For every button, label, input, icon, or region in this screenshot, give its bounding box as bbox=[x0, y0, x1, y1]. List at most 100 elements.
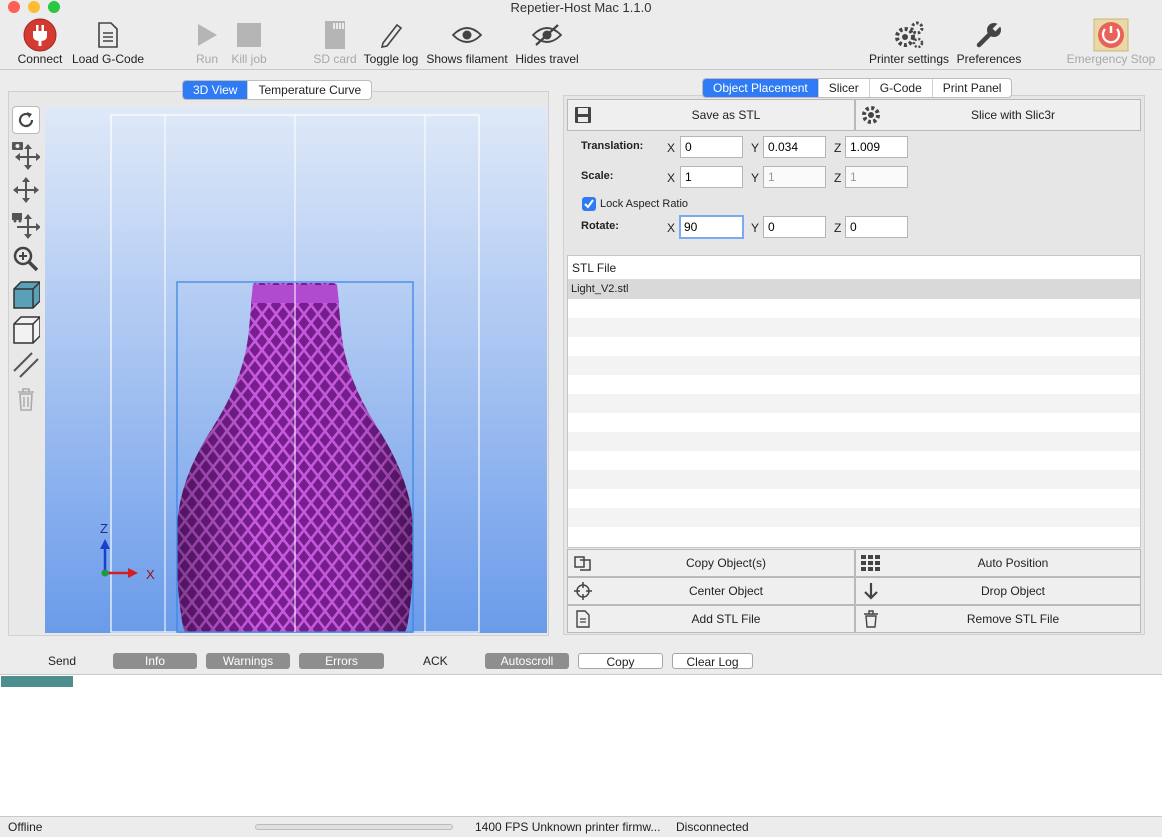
clear-log-button[interactable]: Clear Log bbox=[672, 653, 753, 669]
log-area[interactable] bbox=[0, 674, 1162, 817]
eye-icon bbox=[452, 27, 482, 43]
run-label: Run bbox=[195, 52, 218, 66]
empty-list-row bbox=[568, 470, 1140, 489]
preferences-label: Preferences bbox=[956, 52, 1022, 66]
center-object-button[interactable]: Center Object bbox=[567, 577, 855, 605]
connect-label: Connect bbox=[17, 52, 63, 66]
rotate-y-label: Y bbox=[751, 221, 760, 235]
save-stl-button[interactable]: Save as STL bbox=[567, 99, 855, 131]
shows-filament-button[interactable]: Shows filament bbox=[426, 18, 508, 66]
solid-view-button[interactable] bbox=[12, 281, 40, 309]
tab-print-panel[interactable]: Print Panel bbox=[933, 79, 1012, 97]
run-button[interactable]: Run bbox=[192, 18, 222, 66]
rotate-camera-tool[interactable] bbox=[12, 142, 40, 170]
sd-card-button[interactable]: SD card bbox=[312, 18, 358, 66]
zoom-window-button[interactable] bbox=[48, 1, 60, 13]
empty-list-row bbox=[568, 489, 1140, 508]
move-view-tool[interactable] bbox=[12, 176, 40, 204]
slice-button[interactable]: Slice with Slic3r bbox=[855, 99, 1141, 131]
add-stl-label: Add STL File bbox=[691, 612, 761, 626]
hides-travel-label: Hides travel bbox=[515, 52, 579, 66]
scale-x-input[interactable] bbox=[680, 166, 743, 188]
drop-object-button[interactable]: Drop Object bbox=[855, 577, 1141, 605]
axis-z-label: Z bbox=[100, 521, 108, 536]
toggle-log-label: Toggle log bbox=[363, 52, 419, 66]
empty-list-row bbox=[568, 394, 1140, 413]
close-window-button[interactable] bbox=[8, 1, 20, 13]
wireframe-view-button[interactable] bbox=[12, 316, 40, 344]
translation-x-input[interactable] bbox=[680, 136, 743, 158]
stl-file-column-header: STL File bbox=[568, 256, 1140, 280]
log-copy-button[interactable]: Copy bbox=[578, 653, 663, 669]
tab-3d-view[interactable]: 3D View bbox=[183, 81, 249, 99]
gears-icon bbox=[895, 21, 924, 49]
log-autoscroll-toggle[interactable]: Autoscroll bbox=[485, 653, 569, 669]
trash-icon bbox=[864, 610, 878, 628]
auto-position-button[interactable]: Auto Position bbox=[855, 549, 1141, 577]
wrench-icon bbox=[976, 22, 1002, 48]
scale-z-label: Z bbox=[834, 171, 842, 185]
translation-y-label: Y bbox=[751, 141, 760, 155]
progress-bar bbox=[255, 824, 453, 830]
slice-label: Slice with Slic3r bbox=[970, 108, 1056, 122]
save-stl-label: Save as STL bbox=[691, 108, 761, 122]
move-object-icon bbox=[12, 213, 40, 239]
log-info-toggle[interactable]: Info bbox=[113, 653, 197, 669]
empty-list-row bbox=[568, 356, 1140, 375]
zoom-tool[interactable] bbox=[12, 245, 40, 273]
log-selection-marker bbox=[1, 676, 73, 687]
rotate-z-input[interactable] bbox=[845, 216, 908, 238]
kill-job-button[interactable]: Kill job bbox=[229, 18, 269, 66]
parallel-view-button[interactable] bbox=[12, 351, 40, 379]
tab-object-placement[interactable]: Object Placement bbox=[703, 79, 819, 97]
toggle-log-button[interactable]: Toggle log bbox=[363, 18, 419, 66]
stop-icon bbox=[237, 23, 261, 47]
remove-stl-button[interactable]: Remove STL File bbox=[855, 605, 1141, 633]
document-icon bbox=[98, 22, 118, 48]
right-tabs: Object Placement Slicer G-Code Print Pan… bbox=[702, 78, 1013, 98]
preferences-button[interactable]: Preferences bbox=[956, 18, 1022, 66]
grid-icon bbox=[861, 555, 880, 571]
translation-z-label: Z bbox=[834, 141, 842, 155]
lock-aspect-label: Lock Aspect Ratio bbox=[600, 198, 689, 210]
rotate-x-input[interactable] bbox=[679, 215, 744, 239]
lock-aspect-checkbox[interactable] bbox=[582, 197, 596, 211]
eye-slash-icon bbox=[532, 24, 562, 46]
printer-settings-button[interactable]: Printer settings bbox=[868, 18, 950, 66]
scale-x-label: X bbox=[667, 171, 676, 185]
tab-slicer[interactable]: Slicer bbox=[819, 79, 870, 97]
delete-object-button[interactable] bbox=[12, 385, 40, 413]
translation-z-input[interactable] bbox=[845, 136, 908, 158]
translation-label: Translation: bbox=[581, 140, 644, 152]
empty-list-row bbox=[568, 527, 1140, 546]
emergency-stop-button[interactable]: Emergency Stop bbox=[1066, 18, 1156, 66]
copy-objects-button[interactable]: Copy Object(s) bbox=[567, 549, 855, 577]
reset-view-button[interactable] bbox=[12, 106, 40, 134]
load-gcode-label: Load G-Code bbox=[72, 52, 145, 66]
minimize-window-button[interactable] bbox=[28, 1, 40, 13]
window-controls bbox=[8, 1, 60, 13]
scale-z-input[interactable] bbox=[845, 166, 908, 188]
center-object-label: Center Object bbox=[688, 584, 764, 598]
tab-gcode[interactable]: G-Code bbox=[870, 79, 933, 97]
axis-x-label: X bbox=[146, 567, 155, 582]
tab-temperature-curve[interactable]: Temperature Curve bbox=[248, 81, 371, 99]
translation-y-input[interactable] bbox=[763, 136, 826, 158]
trash-icon bbox=[18, 388, 34, 411]
list-item[interactable]: Light_V2.stl bbox=[568, 280, 1140, 299]
connect-button[interactable]: Connect bbox=[16, 18, 64, 66]
load-gcode-button[interactable]: Load G-Code bbox=[72, 18, 144, 66]
move-object-tool[interactable] bbox=[12, 211, 40, 239]
scale-y-label: Y bbox=[751, 171, 760, 185]
hides-travel-button[interactable]: Hides travel bbox=[514, 18, 580, 66]
log-errors-toggle[interactable]: Errors bbox=[299, 653, 384, 669]
log-warnings-toggle[interactable]: Warnings bbox=[206, 653, 290, 669]
empty-list-row bbox=[568, 413, 1140, 432]
auto-position-label: Auto Position bbox=[977, 556, 1049, 570]
add-stl-button[interactable]: Add STL File bbox=[567, 605, 855, 633]
rotate-y-input[interactable] bbox=[763, 216, 826, 238]
status-connection: Disconnected bbox=[676, 820, 749, 834]
scale-y-input[interactable] bbox=[763, 166, 826, 188]
save-icon bbox=[575, 107, 591, 123]
3d-viewport[interactable]: Z X bbox=[45, 107, 547, 633]
